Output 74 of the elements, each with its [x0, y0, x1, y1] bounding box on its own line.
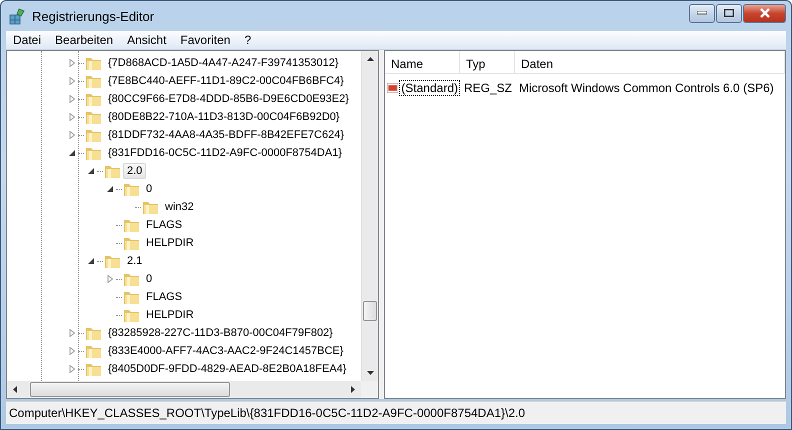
folder-icon: [85, 145, 102, 161]
tree-item[interactable]: {7E8BC440-AEFF-11D1-89C2-00C04FB6BFC4}: [104, 73, 348, 89]
expand-arrow-icon[interactable]: [68, 59, 76, 67]
tree-item[interactable]: {7D868ACD-1A5D-4A47-A247-F39741353012}: [104, 55, 343, 71]
value-type: REG_SZ: [463, 81, 514, 95]
window-title: Registrierungs-Editor: [32, 8, 156, 24]
folder-icon: [123, 271, 140, 287]
tree-item[interactable]: {81DDF732-4AA8-4A35-BDFF-8B42EFE7C624}: [104, 127, 348, 143]
tree-item[interactable]: 2.0: [123, 163, 146, 179]
folder-icon: [85, 91, 102, 107]
tree-item[interactable]: HELPDIR: [142, 307, 198, 323]
menu-item[interactable]: ?: [237, 31, 258, 49]
tree-item[interactable]: {8405D0DF-9FDD-4829-AEAD-8E2B0A18FEA4}: [104, 361, 350, 377]
folder-icon: [142, 199, 159, 215]
tree-item[interactable]: FLAGS: [142, 289, 186, 305]
minimize-button[interactable]: [689, 4, 715, 22]
collapse-arrow-icon[interactable]: [68, 149, 76, 157]
folder-icon: [123, 181, 140, 197]
tree-item[interactable]: {80CC9F66-E7D8-4DDD-85B6-D9E6CD0E93E2}: [104, 91, 353, 107]
folder-icon: [123, 235, 140, 251]
menu-item[interactable]: Bearbeiten: [48, 31, 120, 49]
folder-icon: [104, 163, 121, 179]
tree-item[interactable]: 0: [142, 271, 156, 287]
collapse-arrow-icon[interactable]: [88, 257, 94, 265]
tree-item[interactable]: HELPDIR: [142, 235, 198, 251]
tree-item[interactable]: 0: [142, 181, 156, 197]
folder-icon: [123, 289, 140, 305]
column-header[interactable]: Daten: [515, 51, 785, 73]
column-header[interactable]: Name: [385, 51, 460, 73]
folder-icon: [85, 73, 102, 89]
maximize-button[interactable]: [716, 4, 742, 22]
folder-icon: [123, 307, 140, 323]
expand-arrow-icon[interactable]: [68, 329, 76, 337]
close-button[interactable]: [743, 4, 786, 22]
folder-icon: [85, 55, 102, 71]
column-header[interactable]: Typ: [460, 51, 515, 73]
close-icon: [758, 8, 770, 18]
expand-arrow-icon[interactable]: [68, 365, 76, 373]
expand-arrow-icon[interactable]: [68, 131, 76, 139]
expand-arrow-icon[interactable]: [68, 95, 76, 103]
string-value-icon: [387, 81, 398, 95]
tree-item[interactable]: FLAGS: [142, 217, 186, 233]
value-data: Microsoft Windows Common Controls 6.0 (SP6): [518, 81, 775, 95]
folder-icon: [104, 253, 121, 269]
tree-item[interactable]: {831FDD16-0C5C-11D2-A9FC-0000F8754DA1}: [104, 145, 346, 161]
collapse-arrow-icon[interactable]: [88, 167, 94, 175]
tree-item[interactable]: {833E4000-AFF7-4AC3-AAC2-9F24C1457BCE}: [104, 343, 348, 359]
horizontal-scrollbar[interactable]: [7, 381, 361, 398]
scroll-thumb[interactable]: [363, 301, 377, 321]
folder-icon: [85, 325, 102, 341]
folder-icon: [85, 361, 102, 377]
collapse-arrow-icon[interactable]: [106, 185, 114, 193]
tree-item[interactable]: win32: [161, 199, 198, 215]
scroll-thumb[interactable]: [30, 382, 230, 397]
folder-icon: [85, 109, 102, 125]
tree-item[interactable]: {80DE8B22-710A-11D3-813D-00C04F6B92D0}: [104, 109, 344, 125]
expand-arrow-icon[interactable]: [68, 347, 76, 355]
maximize-icon: [724, 9, 734, 17]
vertical-scrollbar[interactable]: [361, 51, 378, 381]
menu-item[interactable]: Ansicht: [120, 31, 174, 49]
expand-arrow-icon[interactable]: [106, 275, 114, 283]
expand-arrow-icon[interactable]: [68, 77, 76, 85]
expand-arrow-icon[interactable]: [68, 113, 76, 121]
menu-item[interactable]: Datei: [6, 31, 48, 49]
value-name[interactable]: (Standard): [399, 80, 460, 96]
folder-icon: [123, 217, 140, 233]
tree-item[interactable]: 2.1: [123, 253, 146, 269]
folder-icon: [85, 343, 102, 359]
menu-item[interactable]: Favoriten: [173, 31, 238, 49]
minimize-icon: [697, 11, 707, 15]
cubes-icon: [8, 7, 26, 25]
status-path: Computer\HKEY_CLASSES_ROOT\TypeLib\{831FDD16-0C5C-11D2-A9FC-0000F8754DA1}\2.0: [9, 406, 526, 420]
folder-icon: [85, 127, 102, 143]
tree-item[interactable]: {83285928-227C-11D3-B870-00C04F79F802}: [104, 325, 337, 341]
